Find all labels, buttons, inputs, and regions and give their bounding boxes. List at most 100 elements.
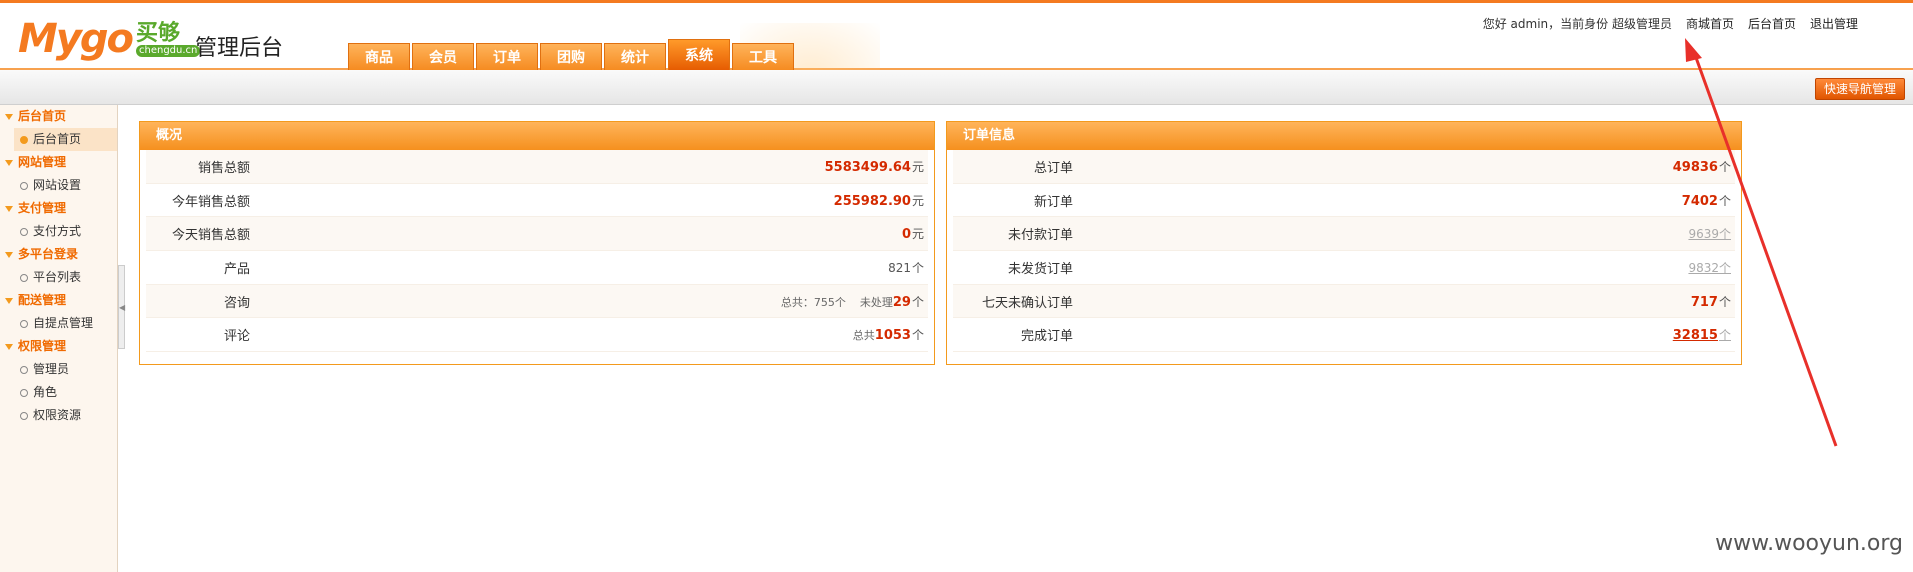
link-admin-home[interactable]: 后台首页 bbox=[1748, 15, 1796, 32]
site-logo[interactable]: Mygo 买够 chengdu.cn bbox=[18, 13, 201, 59]
tab-stats[interactable]: 统计 bbox=[604, 43, 666, 71]
header: Mygo 买够 chengdu.cn 管理后台 商品 会员 订单 团购 统计 系… bbox=[0, 0, 1913, 73]
sidebar-item-site-settings[interactable]: 网站设置 bbox=[0, 174, 117, 197]
sidebar-group-oauth[interactable]: 多平台登录 bbox=[0, 243, 117, 266]
tab-goods[interactable]: 商品 bbox=[348, 43, 410, 71]
table-row: 评论 总共1053个 bbox=[146, 318, 928, 353]
bullet-icon bbox=[20, 227, 28, 236]
row-value: 821个 bbox=[250, 259, 928, 276]
tab-members[interactable]: 会员 bbox=[412, 43, 474, 71]
row-label: 销售总额 bbox=[197, 160, 250, 176]
row-label: 评论 bbox=[223, 329, 250, 345]
unit: 元 bbox=[911, 227, 924, 242]
sidebar-item-label: 支付方式 bbox=[33, 224, 82, 238]
table-row: 未付款订单 9639个 bbox=[953, 217, 1735, 252]
sidebar-item-resources[interactable]: 权限资源 bbox=[0, 404, 117, 427]
unit: 个 bbox=[911, 294, 924, 309]
overview-rows: 销售总额 5583499.64元 今年销售总额 255982.90元 今天销售总… bbox=[140, 150, 934, 353]
table-row: 新订单 7402个 bbox=[953, 184, 1735, 218]
unit: 个 bbox=[1718, 328, 1731, 343]
sidebar-item-label: 网站设置 bbox=[33, 178, 82, 192]
unit: 个 bbox=[911, 328, 924, 343]
sidebar-item-admins[interactable]: 管理员 bbox=[0, 358, 117, 381]
sidebar-item-roles[interactable]: 角色 bbox=[0, 381, 117, 404]
row-label: 未付款订单 bbox=[1007, 228, 1073, 244]
expand-triangle-icon bbox=[5, 343, 13, 350]
link-logout[interactable]: 退出管理 bbox=[1810, 15, 1858, 32]
sidebar: 后台首页 后台首页 网站管理 网站设置 支付管理 支付方式 多平台登录 平台列表… bbox=[0, 105, 118, 572]
bullet-icon bbox=[20, 273, 28, 282]
table-row: 今天销售总额 0元 bbox=[146, 217, 928, 252]
tab-tools[interactable]: 工具 bbox=[732, 43, 794, 71]
sidebar-item-label: 自提点管理 bbox=[33, 316, 94, 330]
year-sales-value: 255982.90 bbox=[833, 193, 911, 209]
row-label: 总订单 bbox=[1033, 160, 1073, 176]
overview-panel: 概况 销售总额 5583499.64元 今年销售总额 255982.90元 今天… bbox=[139, 121, 935, 365]
orders-panel: 订单信息 总订单 49836个 新订单 7402个 未付款订单 9639个 未发… bbox=[946, 121, 1742, 365]
row-label: 今天销售总额 bbox=[171, 228, 250, 244]
row-value: 5583499.64元 bbox=[250, 158, 928, 175]
total-orders-value: 49836 bbox=[1672, 159, 1718, 175]
table-row: 咨询 总共：755个 未处理29个 bbox=[146, 284, 928, 319]
sidebar-group-label: 配送管理 bbox=[18, 293, 67, 307]
sidebar-group-site[interactable]: 网站管理 bbox=[0, 151, 117, 174]
row-label: 新订单 bbox=[1033, 194, 1073, 210]
tab-orders[interactable]: 订单 bbox=[476, 43, 538, 71]
sidebar-item-dashboard[interactable]: 后台首页 bbox=[14, 128, 117, 151]
row-value: 9639个 bbox=[1073, 225, 1735, 242]
tab-groupbuy[interactable]: 团购 bbox=[540, 43, 602, 71]
unit: 个 bbox=[911, 260, 924, 275]
unconfirmed-orders-value: 717 bbox=[1690, 294, 1718, 310]
quick-nav-button[interactable]: 快速导航管理 bbox=[1814, 78, 1905, 100]
expand-triangle-icon bbox=[5, 297, 13, 304]
bullet-icon bbox=[20, 411, 28, 420]
table-row: 总订单 49836个 bbox=[953, 150, 1735, 184]
unit: 个 bbox=[1718, 294, 1731, 309]
product-count: 821 bbox=[888, 260, 911, 275]
new-orders-value: 7402 bbox=[1681, 193, 1718, 209]
row-label: 未发货订单 bbox=[1007, 261, 1073, 277]
row-value: 9832个 bbox=[1073, 259, 1735, 276]
completed-orders-link[interactable]: 32815 bbox=[1673, 328, 1718, 343]
logo-cn-text: 买够 bbox=[136, 21, 181, 46]
user-greeting: 您好 admin，当前身份 超级管理员 bbox=[1482, 17, 1672, 31]
sidebar-group-label: 支付管理 bbox=[18, 201, 67, 215]
sidebar-item-label: 管理员 bbox=[33, 362, 70, 376]
table-row: 产品 821个 bbox=[146, 251, 928, 285]
row-value: 32815个 bbox=[1073, 326, 1735, 343]
order-rows: 总订单 49836个 新订单 7402个 未付款订单 9639个 未发货订单 9… bbox=[947, 150, 1741, 353]
row-label: 今年销售总额 bbox=[171, 194, 250, 210]
tab-system[interactable]: 系统 bbox=[668, 39, 730, 71]
expand-triangle-icon bbox=[5, 205, 13, 212]
sidebar-item-label: 权限资源 bbox=[33, 408, 82, 422]
sidebar-group-permissions[interactable]: 权限管理 bbox=[0, 335, 117, 358]
row-value: 717个 bbox=[1073, 293, 1735, 310]
bullet-icon bbox=[20, 365, 28, 374]
bullet-icon bbox=[20, 181, 28, 190]
sidebar-group-delivery[interactable]: 配送管理 bbox=[0, 289, 117, 312]
row-label: 七天未确认订单 bbox=[981, 295, 1073, 311]
bullet-icon bbox=[20, 135, 28, 144]
comment-prefix: 总共 bbox=[852, 329, 875, 343]
sidebar-group-dashboard[interactable]: 后台首页 bbox=[0, 105, 117, 128]
sidebar-item-pickup-points[interactable]: 自提点管理 bbox=[0, 312, 117, 335]
sidebar-item-payment-methods[interactable]: 支付方式 bbox=[0, 220, 117, 243]
table-row: 七天未确认订单 717个 bbox=[953, 284, 1735, 319]
inquiry-pending-value: 29 bbox=[892, 294, 911, 310]
bullet-icon bbox=[20, 319, 28, 328]
logo-cn-block: 买够 chengdu.cn bbox=[136, 21, 201, 57]
row-value: 0元 bbox=[250, 225, 928, 242]
sales-total-value: 5583499.64 bbox=[824, 159, 911, 175]
sidebar-item-platform-list[interactable]: 平台列表 bbox=[0, 266, 117, 289]
sidebar-group-payment[interactable]: 支付管理 bbox=[0, 197, 117, 220]
sidebar-collapse-handle[interactable]: ◀ bbox=[118, 265, 125, 349]
logo-domain: chengdu.cn bbox=[136, 45, 201, 57]
panel-title: 概况 bbox=[140, 122, 934, 150]
unit: 元 bbox=[911, 193, 924, 208]
row-value: 255982.90元 bbox=[250, 192, 928, 209]
sidebar-group-label: 多平台登录 bbox=[18, 247, 79, 261]
table-row: 销售总额 5583499.64元 bbox=[146, 150, 928, 184]
link-mall-home[interactable]: 商城首页 bbox=[1686, 15, 1734, 32]
unshipped-orders-link[interactable]: 9832个 bbox=[1688, 261, 1731, 275]
unpaid-orders-link[interactable]: 9639个 bbox=[1688, 227, 1731, 241]
